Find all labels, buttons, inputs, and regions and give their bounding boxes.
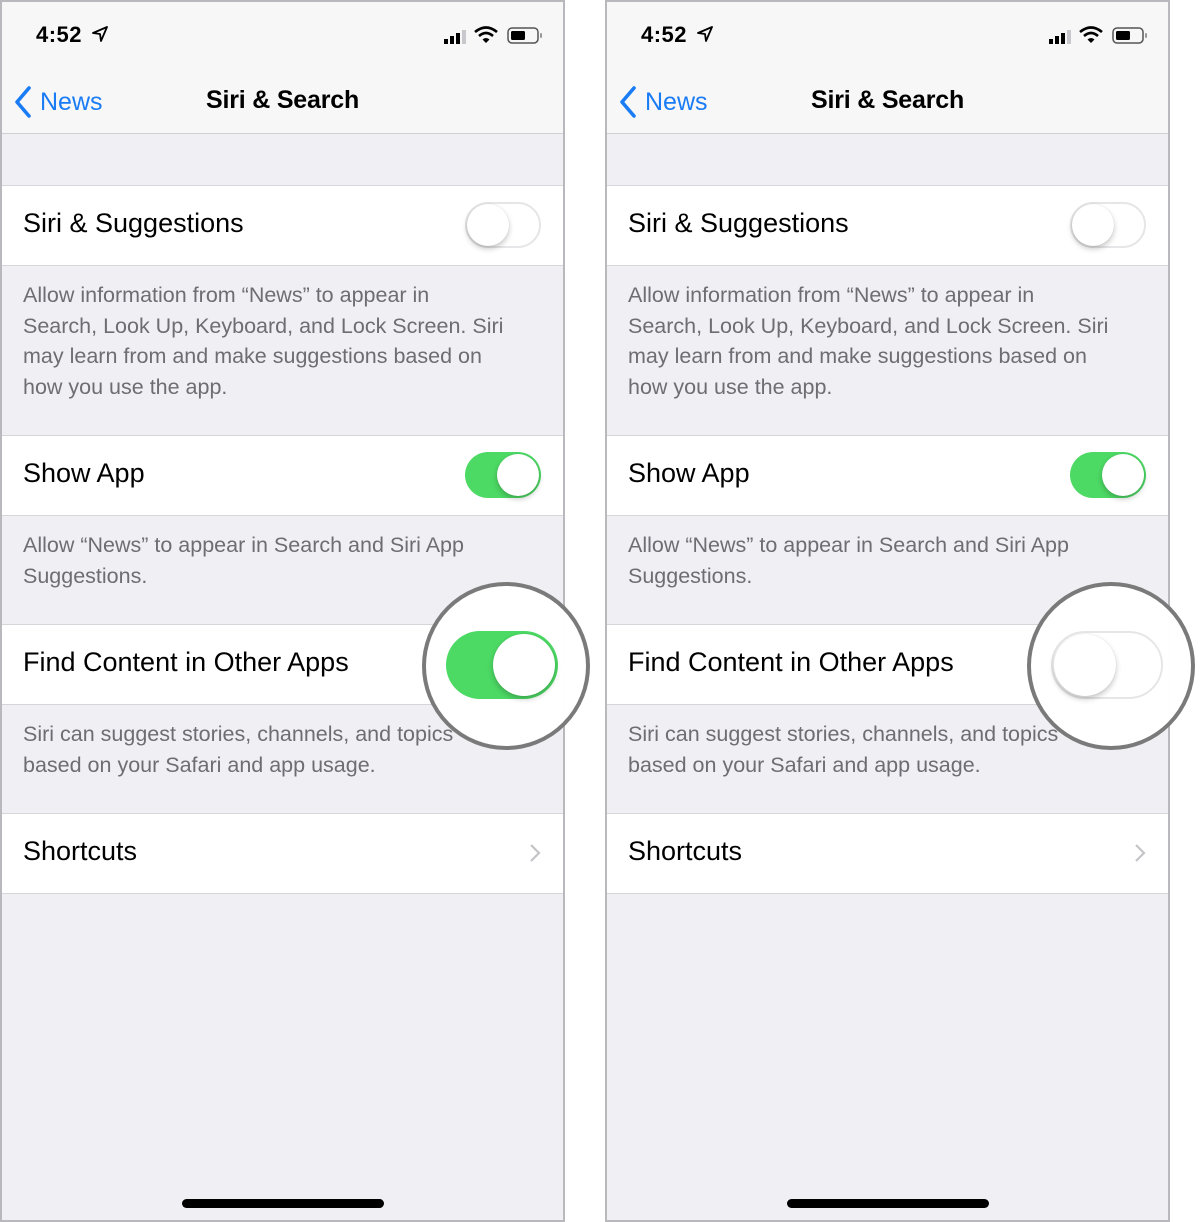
show-app-row: Show App xyxy=(607,435,1168,516)
siri-suggestions-footer: Allow information from “News” to appear … xyxy=(628,280,1146,402)
row-label: Shortcuts xyxy=(628,836,743,866)
row-label: Find Content in Other Apps xyxy=(628,647,954,677)
siri-suggestions-toggle[interactable] xyxy=(1070,202,1146,248)
footer-line: may learn from and make suggestions base… xyxy=(628,344,1087,368)
footer-line: Suggestions. xyxy=(23,563,148,588)
shortcuts-row[interactable]: Shortcuts xyxy=(2,813,563,894)
toggle-knob xyxy=(493,634,555,696)
wifi-icon xyxy=(1079,26,1103,43)
location-arrow-icon xyxy=(92,26,108,42)
footer-line: may learn from and make suggestions base… xyxy=(23,344,482,368)
navigation-header: 4:52 News Siri & Search xyxy=(607,2,1168,134)
wifi-icon xyxy=(474,26,498,43)
location-arrow-icon xyxy=(697,26,713,42)
row-label: Show App xyxy=(628,458,750,488)
chevron-right-icon xyxy=(530,844,541,862)
show-app-toggle[interactable] xyxy=(1070,452,1146,498)
footer-line: based on your Safari and app usage. xyxy=(628,752,981,777)
siri-suggestions-row: Siri & Suggestions xyxy=(607,185,1168,266)
footer-line: Allow “News” to appear in Search and Sir… xyxy=(628,533,1069,557)
status-time: 4:52 xyxy=(641,22,688,47)
footer-line: Suggestions. xyxy=(628,563,753,588)
find-content-footer: Siri can suggest stories, channels, and … xyxy=(628,719,1146,780)
find-content-toggle[interactable] xyxy=(446,631,558,699)
row-label: Siri & Suggestions xyxy=(23,208,244,238)
home-indicator[interactable] xyxy=(786,1199,989,1208)
footer-line: based on your Safari and app usage. xyxy=(23,752,376,777)
toggle-knob xyxy=(1102,454,1144,496)
row-label: Siri & Suggestions xyxy=(628,208,849,238)
phone-screen-after: 4:52 News Siri & Search Siri & Suggestio… xyxy=(605,0,1195,1222)
footer-line: how you use the app. xyxy=(628,374,833,399)
footer-line: Search, Look Up, Keyboard, and Lock Scre… xyxy=(23,313,504,338)
footer-line: Allow “News” to appear in Search and Sir… xyxy=(23,533,464,557)
row-label: Find Content in Other Apps xyxy=(23,647,349,677)
footer-line: Search, Look Up, Keyboard, and Lock Scre… xyxy=(628,313,1109,338)
toggle-knob xyxy=(497,454,539,496)
find-content-toggle[interactable] xyxy=(1051,631,1163,699)
navigation-header: 4:52 News Siri & Search xyxy=(2,2,563,134)
page-title: Siri & Search xyxy=(205,86,360,114)
cellular-signal-icon xyxy=(1049,30,1071,44)
footer-line: Siri can suggest stories, channels, and … xyxy=(23,722,454,746)
battery-icon xyxy=(507,27,542,44)
siri-suggestions-row: Siri & Suggestions xyxy=(2,185,563,266)
siri-suggestions-toggle[interactable] xyxy=(465,202,541,248)
status-time: 4:52 xyxy=(36,22,83,47)
toggle-knob xyxy=(1054,634,1116,696)
footer-line: how you use the app. xyxy=(23,374,228,399)
toggle-knob xyxy=(1072,204,1114,246)
phone-screen-before: 4:52 News Siri & Search Siri & Suggestio… xyxy=(0,0,590,1222)
footer-line: Allow information from “News” to appear … xyxy=(628,283,1035,307)
battery-icon xyxy=(1112,27,1147,44)
siri-suggestions-footer: Allow information from “News” to appear … xyxy=(23,280,541,402)
cellular-signal-icon xyxy=(444,30,466,44)
home-indicator[interactable] xyxy=(181,1199,384,1208)
shortcuts-row[interactable]: Shortcuts xyxy=(607,813,1168,894)
footer-line: Siri can suggest stories, channels, and … xyxy=(628,722,1059,746)
show-app-toggle[interactable] xyxy=(465,452,541,498)
footer-line: Allow information from “News” to appear … xyxy=(23,283,430,307)
toggle-knob xyxy=(467,204,509,246)
show-app-row: Show App xyxy=(2,435,563,516)
find-content-footer: Siri can suggest stories, channels, and … xyxy=(23,719,541,780)
show-app-footer: Allow “News” to appear in Search and Sir… xyxy=(628,530,1146,591)
row-label: Shortcuts xyxy=(23,836,138,866)
chevron-right-icon xyxy=(1135,844,1146,862)
row-label: Show App xyxy=(23,458,145,488)
show-app-footer: Allow “News” to appear in Search and Sir… xyxy=(23,530,541,591)
page-title: Siri & Search xyxy=(810,86,965,114)
